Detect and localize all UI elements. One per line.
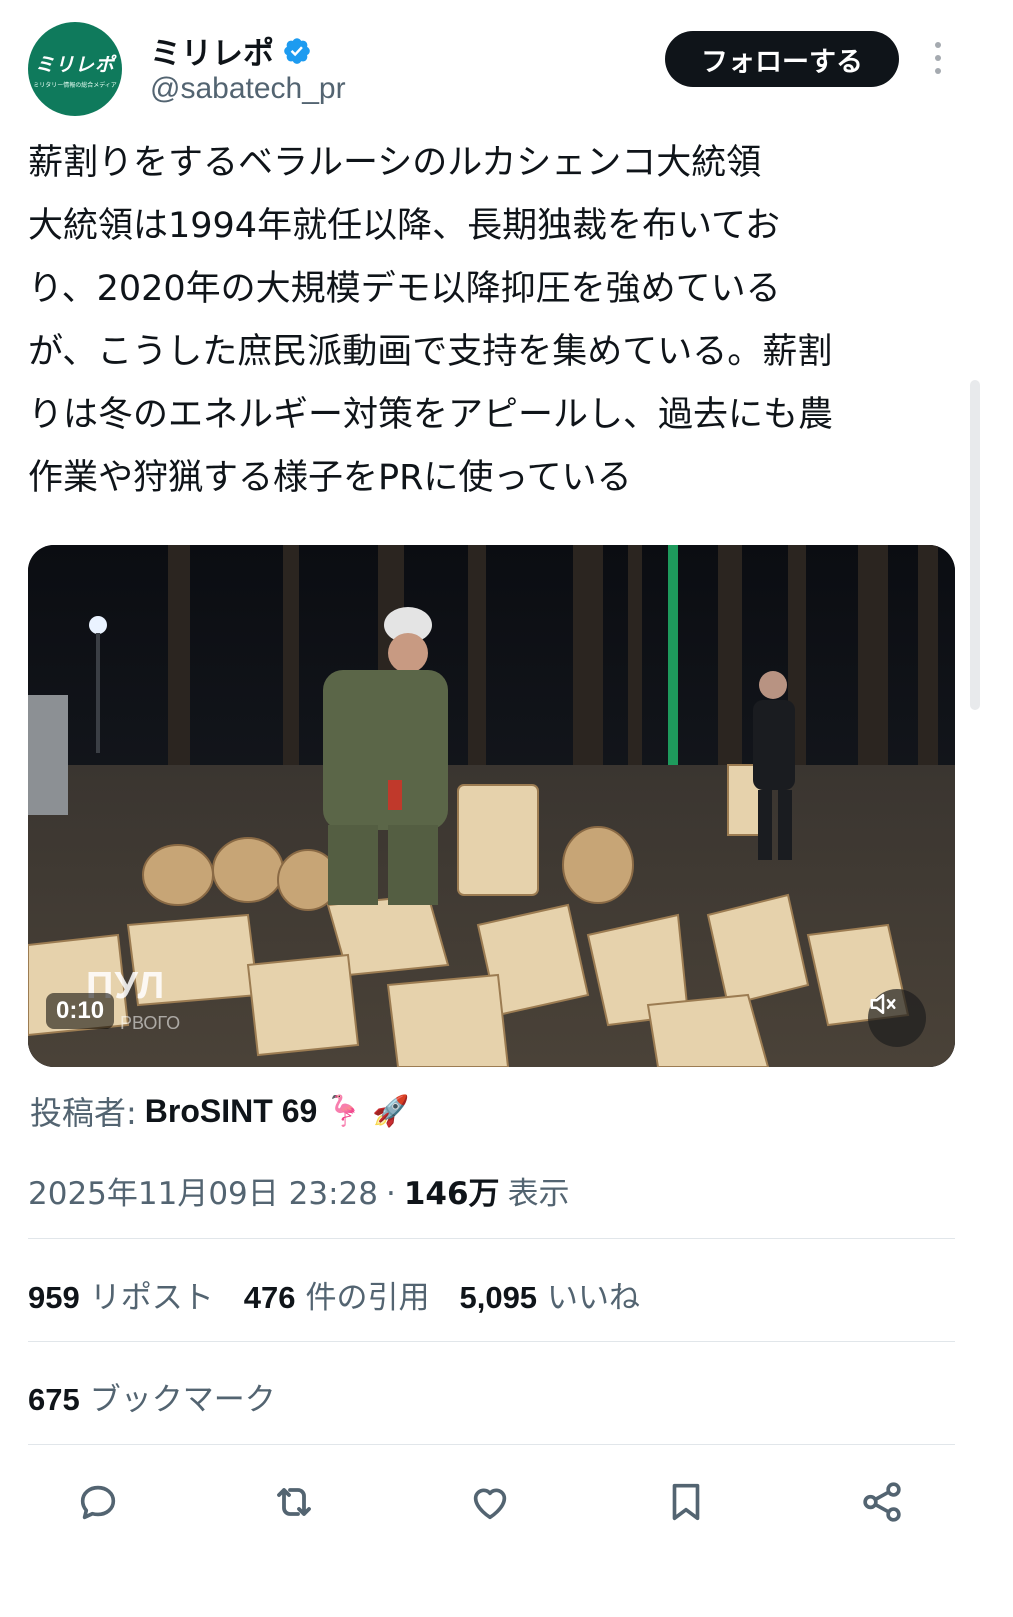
more-icon[interactable] [924,38,952,78]
views-label: 表示 [507,1176,570,1212]
display-name[interactable]: ミリレポ [150,28,274,73]
attribution-emojis: 🦩 🚀 [325,1093,410,1129]
follow-button[interactable]: フォローする [665,31,899,87]
attribution-poster[interactable]: BroSINT 69 [145,1093,317,1130]
avatar-logo-subtext: ミリタリー情報の総合メディア [33,82,117,89]
bookmarks-stat[interactable]: 675 ブックマーク [28,1374,276,1419]
engagement-stats: 959 リポスト 476 件の引用 5,095 いいね [28,1272,640,1317]
divider [28,1444,955,1445]
like-icon[interactable] [458,1470,522,1534]
bookmarks-count: 675 [28,1382,80,1417]
tweet-text: 薪割りをするベラルーシのルカシェンコ大統領 大統領は1994年就任以降、長期独裁… [28,143,834,498]
share-icon[interactable] [850,1470,914,1534]
reposts-label: リポスト [89,1280,214,1316]
avatar-logo-text: ミリレポ [34,54,115,76]
video-player[interactable]: ПУЛ РВОГО 0:10 [28,545,955,1067]
quotes-stat[interactable]: 476 件の引用 [244,1272,430,1317]
verified-badge-icon [284,37,310,64]
video-watermark-sub: РВОГО [120,1013,181,1033]
divider [28,1341,955,1342]
repost-icon[interactable] [262,1470,326,1534]
attribution: 投稿者: BroSINT 69 🦩 🚀 [30,1088,410,1134]
likes-count: 5,095 [459,1280,538,1315]
likes-stat[interactable]: 5,095 いいね [459,1272,640,1317]
timestamp[interactable]: 2025年11月09日 23:28 [28,1168,378,1213]
quotes-label: 件の引用 [305,1280,430,1316]
scrollbar[interactable] [970,380,980,710]
tweet-header: ミリレポ ミリタリー情報の総合メディア ミリレポ @sabatech_pr フォ… [28,22,983,122]
avatar[interactable]: ミリレポ ミリタリー情報の総合メディア [28,22,122,116]
meta-separator: · [385,1176,396,1212]
name-row: ミリレポ [150,28,312,73]
attribution-label: 投稿者: [30,1094,137,1132]
tweet-meta: 2025年11月09日 23:28 · 146万 表示 [28,1168,570,1213]
muted-speaker-icon[interactable] [868,989,926,1047]
likes-label: いいね [547,1280,641,1316]
action-bar [50,1470,930,1534]
reposts-stat[interactable]: 959 リポスト [28,1272,214,1317]
account-handle[interactable]: @sabatech_pr [150,72,346,106]
divider [28,1238,955,1239]
reply-icon[interactable] [66,1470,130,1534]
video-duration: 0:10 [46,993,115,1029]
reposts-count: 959 [28,1280,80,1315]
video-frame [28,545,955,1067]
quotes-count: 476 [243,1280,296,1315]
bookmark-icon[interactable] [654,1470,718,1534]
bookmarks-label: ブックマーク [89,1382,276,1418]
views-count: 146万 [403,1176,500,1212]
